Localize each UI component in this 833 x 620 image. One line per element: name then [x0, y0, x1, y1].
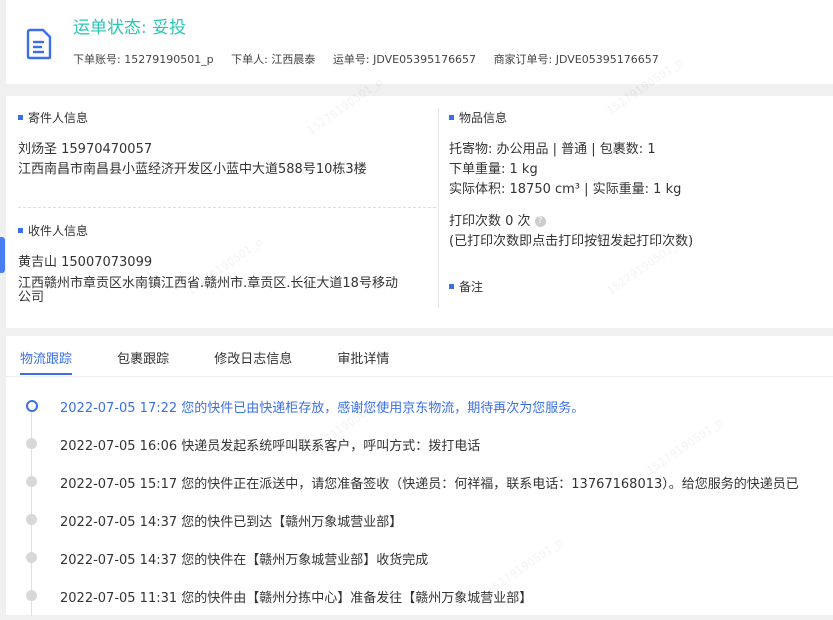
- timeline-dot: [26, 438, 37, 449]
- receiver-address-cont: 公司: [18, 290, 45, 305]
- side-expand-tab[interactable]: [0, 237, 5, 273]
- sender-address: 江西南昌市南昌县小蓝经济开发区小蓝中大道588号10栋3楼: [18, 162, 367, 177]
- goods-section-title: 物品信息: [449, 109, 507, 126]
- timeline-dot: [26, 552, 37, 563]
- order-account: 下单账号: 15279190501_p: [73, 53, 214, 66]
- timeline-dot-current: [26, 400, 38, 412]
- orderer: 下单人: 江西晨泰: [231, 53, 316, 66]
- timeline-text: 2022-07-05 16:06 快递员发起系统呼叫联系客户，呼叫方式：拨打电话: [60, 439, 481, 454]
- waybill-status: 运单状态: 妥投: [73, 18, 187, 38]
- print-count-note: (已打印次数即点击打印按钮发起打印次数): [449, 234, 694, 249]
- receiver-section-title: 收件人信息: [18, 222, 88, 239]
- document-icon: [26, 28, 52, 60]
- goods-volume-weight: 实际体积: 18750 cm³ | 实际重量: 1 kg: [449, 182, 682, 197]
- receiver-name-phone: 黄吉山 15007073099: [18, 255, 153, 270]
- help-icon[interactable]: ?: [534, 216, 546, 227]
- info-panel: 寄件人信息 刘炀圣 15970470057 江西南昌市南昌县小蓝经济开发区小蓝中…: [6, 96, 833, 328]
- tab-change-log[interactable]: 修改日志信息: [214, 348, 292, 373]
- timeline-text: 2022-07-05 14:37 您的快件已到达【赣州万象城营业部】: [60, 515, 403, 530]
- sender-section-title: 寄件人信息: [18, 109, 88, 126]
- receiver-address: 江西赣州市章贡区水南镇江西省.赣州市.章贡区.长征大道18号移动: [18, 276, 398, 291]
- goods-consignment: 托寄物: 办公用品 | 普通 | 包裹数: 1: [449, 142, 656, 157]
- timeline-text: 2022-07-05 11:31 您的快件由【赣州分拣中心】准备发往【赣州万象城…: [60, 591, 533, 606]
- tracking-panel: 物流跟踪 包裹跟踪 修改日志信息 审批详情 2022-07-05 17:22 您…: [6, 336, 833, 616]
- timeline-text: 2022-07-05 15:17 您的快件正在派送中，请您准备签收（快递员：何祥…: [60, 477, 799, 492]
- timeline-text: 2022-07-05 17:22 您的快件已由快递柜存放，感谢您使用京东物流，期…: [60, 401, 585, 416]
- timeline-dot: [26, 590, 37, 601]
- print-count: 打印次数 0 次: [449, 214, 531, 229]
- column-divider: [438, 108, 439, 308]
- merchant-order-number[interactable]: 商家订单号: JDVE05395176657: [494, 53, 659, 66]
- print-count-row: 打印次数 0 次?: [449, 210, 546, 229]
- timeline-dot: [26, 514, 37, 525]
- goods-order-weight: 下单重量: 1 kg: [449, 162, 538, 177]
- remark-section-title: 备注: [449, 278, 483, 295]
- waybill-number[interactable]: 运单号: JDVE05395176657: [333, 53, 476, 66]
- section-divider: [18, 207, 436, 208]
- timeline-text: 2022-07-05 14:37 您的快件在【赣州万象城营业部】收货完成: [60, 553, 429, 568]
- sender-name-phone: 刘炀圣 15970470057: [18, 142, 153, 157]
- tabs-underline: [6, 376, 833, 377]
- tracking-tabs: 物流跟踪 包裹跟踪 修改日志信息 审批详情: [20, 348, 429, 375]
- timeline-dot: [26, 476, 37, 487]
- tab-approval-details[interactable]: 审批详情: [337, 348, 389, 373]
- waybill-meta: 下单账号: 15279190501_p 下单人: 江西晨泰 运单号: JDVE0…: [73, 51, 673, 67]
- waybill-header: 运单状态: 妥投 下单账号: 15279190501_p 下单人: 江西晨泰 运…: [6, 0, 833, 84]
- tab-package-tracking[interactable]: 包裹跟踪: [117, 348, 169, 373]
- tab-logistics-tracking[interactable]: 物流跟踪: [20, 348, 73, 375]
